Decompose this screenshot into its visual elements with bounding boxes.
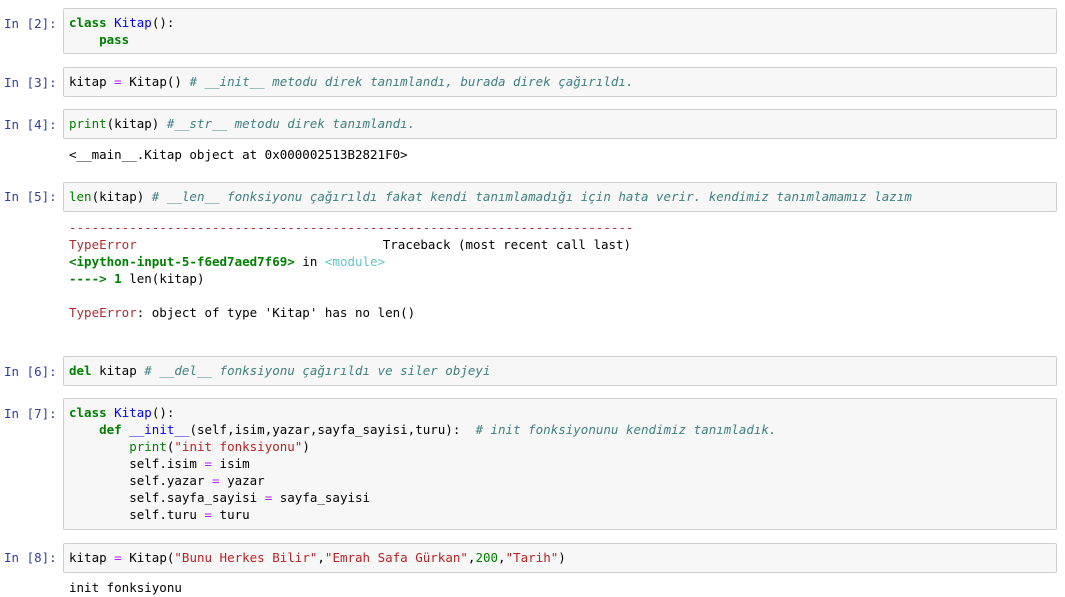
input-ref: <ipython-input-5-f6ed7aed7f69>: [69, 254, 295, 269]
prompt-in-2: In [2]:: [4, 16, 57, 31]
comment: # __init__ metodu direk tanımlandı, bura…: [189, 74, 634, 89]
error-text: : object of type 'Kitap' has no len(): [136, 305, 416, 320]
prompt-in-6: In [6]:: [4, 364, 57, 379]
comment: # __del__ fonksiyonu çağırıldı ve siler …: [144, 363, 491, 378]
prompt-in-3: In [3]:: [4, 75, 57, 90]
error-type: TypeError: [69, 305, 137, 320]
args: (kitap): [91, 189, 145, 204]
string: "Bunu Herkes Bilir": [174, 550, 318, 565]
traceback-dashes: ----------------------------------------…: [69, 220, 634, 235]
string: "init fonksiyonu": [174, 439, 303, 454]
code-cell-7[interactable]: class Kitap(): def __init__(self,isim,ya…: [63, 398, 1057, 530]
call: Kitap(): [129, 74, 182, 89]
builtin: len: [69, 189, 92, 204]
arrow: ----> 1: [69, 271, 130, 286]
module-ref: <module>: [324, 254, 386, 269]
prompt-in-7: In [7]:: [4, 406, 57, 421]
traceback-location: <ipython-input-5-f6ed7aed7f69> in <modul…: [69, 253, 385, 270]
code-cell-4[interactable]: print(kitap) #__str__ metodu direk tanım…: [63, 109, 1057, 139]
variable: kitap: [69, 74, 107, 89]
class-name: Kitap: [114, 405, 152, 420]
arrow-code: len(kitap): [129, 271, 205, 286]
prompt-in-8: In [8]:: [4, 550, 57, 565]
traceback-header: TypeError Traceback (most recent call las…: [69, 236, 631, 253]
traceback-label: Traceback (most recent call last): [382, 237, 632, 252]
value: isim: [219, 456, 250, 471]
string: "Tarih": [505, 550, 559, 565]
function-name: __init__: [129, 422, 190, 437]
builtin: print: [129, 439, 167, 454]
value: yazar: [227, 473, 265, 488]
output-8: init fonksiyonu: [69, 580, 182, 595]
code-cell-5[interactable]: len(kitap) # __len__ fonksiyonu çağırıld…: [63, 182, 1057, 212]
string: "Emrah Safa Gürkan": [324, 550, 468, 565]
error-message: TypeError: object of type 'Kitap' has no…: [69, 304, 415, 321]
code-cell-8[interactable]: kitap = Kitap("Bunu Herkes Bilir","Emrah…: [63, 543, 1057, 573]
args: (kitap): [106, 116, 160, 131]
output-4: <__main__.Kitap object at 0x000002513B28…: [69, 147, 408, 162]
keyword: pass: [99, 32, 130, 47]
traceback-arrow-line: ----> 1 len(kitap): [69, 270, 204, 287]
punct: ():: [151, 405, 175, 420]
attr: self.yazar: [129, 473, 205, 488]
attr: self.sayfa_sayisi: [129, 490, 258, 505]
code-cell-3[interactable]: kitap = Kitap() # __init__ metodu direk …: [63, 67, 1057, 97]
comment: # __len__ fonksiyonu çağırıldı fakat ken…: [151, 189, 912, 204]
keyword: del: [69, 363, 92, 378]
class-name: Kitap: [114, 15, 152, 30]
variable: kitap: [99, 363, 137, 378]
call: Kitap(: [129, 550, 175, 565]
error-type: TypeError: [69, 237, 137, 252]
value: turu: [219, 507, 250, 522]
code-cell-6[interactable]: del kitap # __del__ fonksiyonu çağırıldı…: [63, 356, 1057, 386]
params: (self,isim,yazar,sayfa_sayisi,turu):: [189, 422, 461, 437]
comment: #__str__ metodu direk tanımlandı.: [166, 116, 416, 131]
in-word: in: [294, 254, 325, 269]
number: 200: [475, 550, 499, 565]
keyword: class: [69, 405, 107, 420]
prompt-in-5: In [5]:: [4, 189, 57, 204]
attr: self.turu: [129, 507, 197, 522]
value: sayfa_sayisi: [279, 490, 371, 505]
variable: kitap: [69, 550, 107, 565]
builtin: print: [69, 116, 107, 131]
operator: =: [114, 74, 122, 89]
keyword: class: [69, 15, 107, 30]
code-cell-2[interactable]: class Kitap(): pass: [63, 8, 1057, 54]
attr: self.isim: [129, 456, 197, 471]
punct: ():: [151, 15, 175, 30]
keyword: def: [99, 422, 122, 437]
prompt-in-4: In [4]:: [4, 117, 57, 132]
comment: # init fonksiyonunu kendimiz tanımladık.: [475, 422, 777, 437]
